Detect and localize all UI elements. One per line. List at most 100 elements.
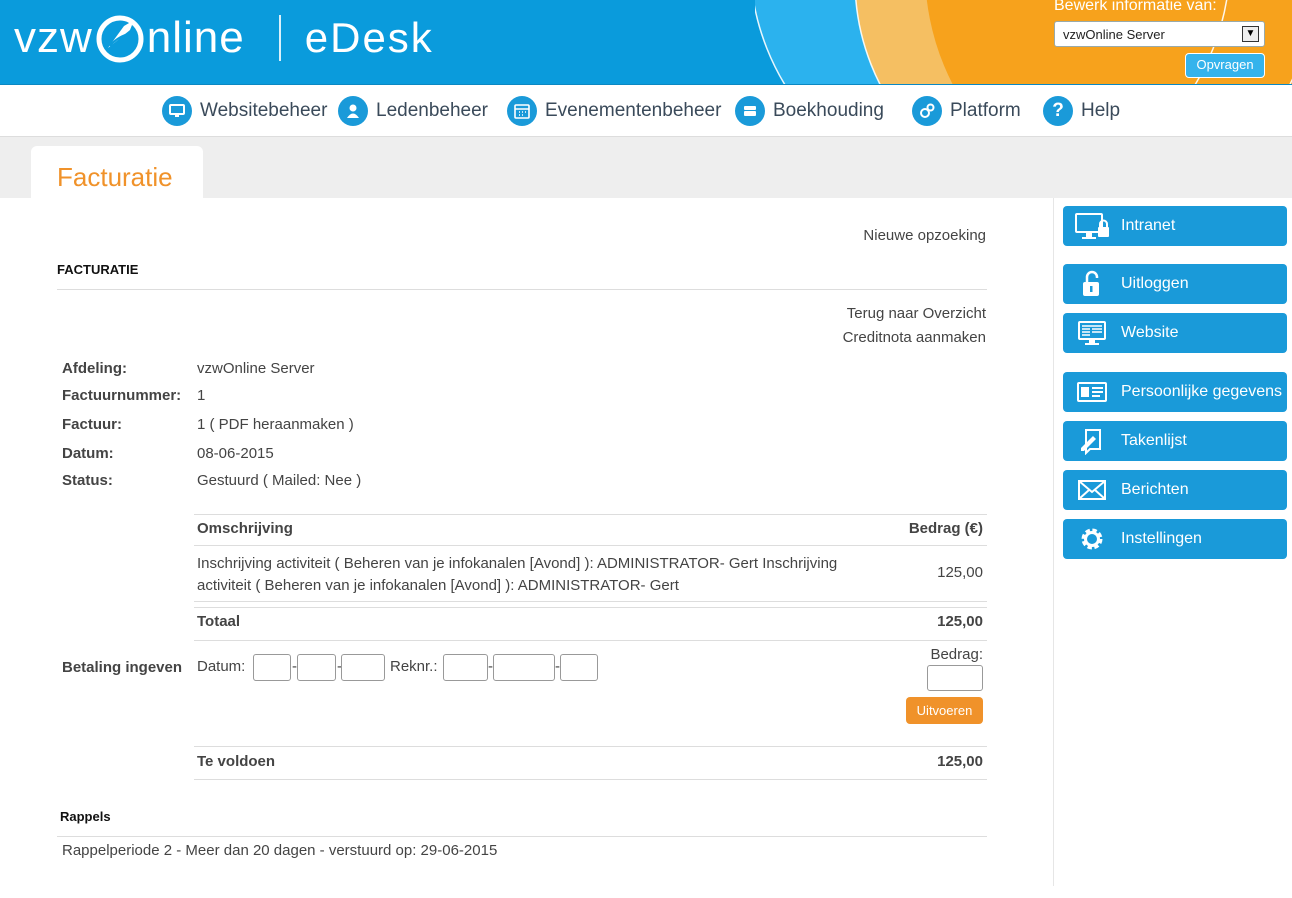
- field-label: Factuur:: [62, 416, 122, 433]
- main-content: Nieuwe opzoeking FACTURATIE Terug naar O…: [0, 198, 1052, 898]
- back-to-overview-link[interactable]: Terug naar Overzicht: [847, 305, 986, 322]
- tasks-icon: [1063, 427, 1121, 455]
- task-list-button[interactable]: Takenlijst: [1063, 421, 1287, 461]
- payment-amount-input[interactable]: [927, 665, 983, 691]
- question-icon: ?: [1043, 96, 1073, 126]
- messages-button[interactable]: Berichten: [1063, 470, 1287, 510]
- intranet-button[interactable]: Intranet: [1063, 206, 1287, 246]
- nav-item-platform[interactable]: Platform: [912, 95, 1021, 127]
- logo-o-icon: [96, 15, 144, 63]
- nav-item-evenementenbeheer[interactable]: Evenementenbeheer: [507, 95, 721, 127]
- field-label: Datum:: [62, 445, 114, 462]
- field-value-datum: 08-06-2015: [197, 445, 274, 462]
- section-title: FACTURATIE: [57, 262, 139, 277]
- user-icon: [338, 96, 368, 126]
- nav-item-help[interactable]: ? Help: [1043, 95, 1120, 127]
- payment-month-input[interactable]: [297, 654, 336, 681]
- nav-label: Ledenbeheer: [376, 100, 488, 121]
- coins-icon: [735, 96, 765, 126]
- edit-info-label: Bewerk informatie van:: [1054, 0, 1217, 14]
- account-part2-input[interactable]: [493, 654, 555, 681]
- sidebar-divider: [1053, 198, 1054, 886]
- nav-item-websitebeheer[interactable]: Websitebeheer: [162, 95, 327, 127]
- request-button[interactable]: Opvragen: [1185, 53, 1265, 78]
- monitor-lock-icon: [1063, 212, 1121, 240]
- table-total-bottom-border: [194, 640, 987, 641]
- divider: [194, 746, 987, 747]
- table-row-description: Inschrijving activiteit ( Beheren van je…: [197, 555, 838, 594]
- payment-day-input[interactable]: [253, 654, 291, 681]
- total-amount: 125,00: [937, 613, 983, 630]
- reminder-item: Rappelperiode 2 - Meer dan 20 dagen - ve…: [62, 842, 498, 859]
- total-label: Totaal: [197, 613, 241, 630]
- sidebar-label: Persoonlijke gegevens: [1121, 383, 1282, 400]
- logout-button[interactable]: Uitloggen: [1063, 264, 1287, 304]
- table-row-amount: 125,00: [937, 564, 983, 581]
- divider: [57, 289, 987, 290]
- calendar-icon: [507, 96, 537, 126]
- nav-label: Boekhouding: [773, 100, 884, 121]
- sidebar-label: Instellingen: [1121, 530, 1202, 547]
- monitor-icon: [162, 96, 192, 126]
- gears-icon: [912, 96, 942, 126]
- table-total-border: [194, 607, 987, 608]
- payment-account-label: Reknr.:: [390, 658, 438, 675]
- website-button[interactable]: Website: [1063, 313, 1287, 353]
- sidebar-label: Intranet: [1121, 217, 1176, 234]
- table-top-border: [194, 514, 987, 515]
- website-icon: [1063, 320, 1121, 346]
- server-select[interactable]: vzwOnline Server ▼: [1054, 21, 1265, 47]
- field-value-factuurnummer: 1: [197, 387, 206, 404]
- payment-label: Betaling ingeven: [62, 659, 183, 676]
- account-part1-input[interactable]: [443, 654, 488, 681]
- settings-button[interactable]: Instellingen: [1063, 519, 1287, 559]
- table-header-border: [194, 545, 987, 546]
- create-credit-note-link[interactable]: Creditnota aanmaken: [843, 329, 986, 346]
- logo-text-vzw: vzw: [14, 13, 93, 62]
- logo-text-online: nline: [146, 13, 245, 62]
- tab-bar: Facturatie: [0, 137, 1292, 198]
- unlock-icon: [1063, 270, 1121, 298]
- sidebar-label: Uitloggen: [1121, 275, 1189, 292]
- nav-label: Websitebeheer: [200, 100, 328, 121]
- divider: [57, 836, 987, 837]
- gear-icon: [1063, 525, 1121, 553]
- product-name: eDesk: [304, 14, 434, 61]
- app-header: vzw nline eDesk Bewerk informatie van: v…: [0, 0, 1292, 85]
- nav-item-boekhouding[interactable]: Boekhouding: [735, 95, 884, 127]
- nav-label: Help: [1081, 100, 1121, 121]
- personal-data-button[interactable]: Persoonlijke gegevens: [1063, 372, 1287, 412]
- divider: [194, 779, 987, 780]
- nav-item-ledenbeheer[interactable]: Ledenbeheer: [338, 95, 488, 127]
- due-label: Te voldoen: [197, 753, 276, 770]
- payment-date-label: Datum:: [197, 658, 246, 675]
- logo-separator: [278, 15, 281, 61]
- reminders-title: Rappels: [60, 809, 111, 824]
- nav-label: Platform: [950, 100, 1021, 121]
- server-select-value: vzwOnline Server: [1063, 27, 1165, 42]
- sidebar-label: Takenlijst: [1121, 432, 1187, 449]
- table-header-description: Omschrijving: [197, 520, 293, 537]
- payment-amount-label: Bedrag:: [930, 646, 983, 663]
- envelope-icon: [1063, 479, 1121, 501]
- field-label: Factuurnummer:: [62, 387, 182, 404]
- field-value-status: Gestuurd ( Mailed: Nee ): [197, 472, 362, 489]
- field-label: Status:: [62, 472, 113, 489]
- tab-facturatie[interactable]: Facturatie: [31, 146, 203, 198]
- field-value-afdeling: vzwOnline Server: [197, 360, 315, 377]
- nav-label: Evenementenbeheer: [545, 100, 722, 121]
- table-header-amount: Bedrag (€): [908, 520, 983, 537]
- account-part3-input[interactable]: [560, 654, 598, 681]
- table-row-border: [194, 601, 987, 602]
- sidebar-label: Website: [1121, 324, 1179, 341]
- execute-payment-button[interactable]: Uitvoeren: [906, 697, 983, 724]
- chevron-down-icon[interactable]: ▼: [1242, 26, 1259, 42]
- id-card-icon: [1063, 380, 1121, 404]
- sidebar-label: Berichten: [1121, 481, 1189, 498]
- field-value-factuur[interactable]: 1 ( PDF heraanmaken ): [197, 416, 354, 433]
- due-amount: 125,00: [937, 753, 983, 770]
- payment-year-input[interactable]: [341, 654, 385, 681]
- new-search-link[interactable]: Nieuwe opzoeking: [863, 227, 986, 244]
- vzwonline-logo[interactable]: vzw nline eDesk: [14, 8, 434, 68]
- main-navigation: Websitebeheer Ledenbeheer Evenementenbeh…: [0, 85, 1292, 137]
